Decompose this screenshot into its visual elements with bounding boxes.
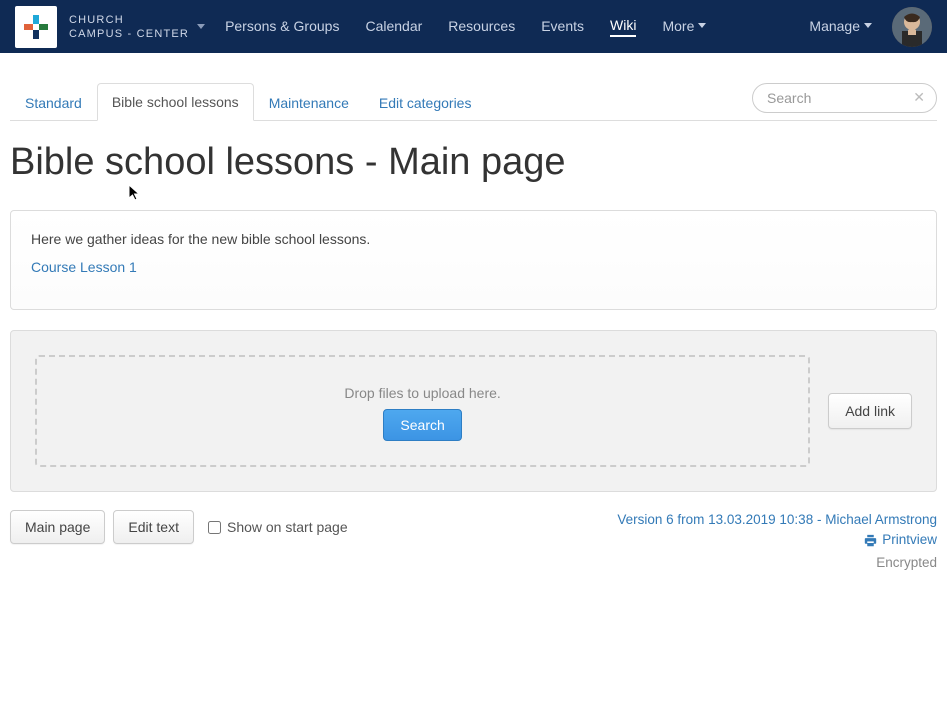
file-dropzone[interactable]: Drop files to upload here. Search [35, 355, 810, 467]
page-title: Bible school lessons - Main page [10, 141, 937, 184]
nav-right: Manage [809, 7, 932, 47]
dropzone-search-button[interactable]: Search [383, 409, 461, 441]
brand-line1: CHURCH [69, 13, 189, 27]
edit-text-button[interactable]: Edit text [113, 510, 194, 544]
print-icon [864, 534, 877, 547]
show-on-start-label: Show on start page [227, 519, 348, 535]
brand-switcher-chevron[interactable] [197, 21, 205, 32]
nav-persons-groups[interactable]: Persons & Groups [225, 18, 339, 36]
footer-row: Main page Edit text Show on start page V… [10, 510, 937, 573]
show-on-start-checkbox-wrap[interactable]: Show on start page [208, 519, 348, 535]
version-link[interactable]: Version 6 from 13.03.2019 10:38 - Michae… [617, 510, 937, 530]
show-on-start-checkbox[interactable] [208, 521, 221, 534]
lesson-link[interactable]: Course Lesson 1 [31, 259, 137, 275]
tab-bible-school-lessons[interactable]: Bible school lessons [97, 83, 254, 121]
nav-more[interactable]: More [662, 18, 706, 36]
search-container: ✕ [752, 83, 937, 113]
nav-events[interactable]: Events [541, 18, 584, 36]
search-clear-icon[interactable]: ✕ [913, 89, 925, 106]
tabs-row: Standard Bible school lessons Maintenanc… [10, 82, 937, 121]
topbar: CHURCH CAMPUS - CENTER Persons & Groups … [0, 0, 947, 53]
chevron-down-icon [197, 24, 205, 29]
nav-wiki[interactable]: Wiki [610, 17, 636, 37]
encrypted-label: Encrypted [617, 553, 937, 573]
nav-resources[interactable]: Resources [448, 18, 515, 36]
dropzone-label: Drop files to upload here. [37, 385, 808, 401]
brand-name: CHURCH CAMPUS - CENTER [69, 13, 189, 41]
printview-label: Printview [882, 530, 937, 550]
nav-calendar[interactable]: Calendar [365, 18, 422, 36]
content-panel: Here we gather ideas for the new bible s… [10, 210, 937, 310]
main-nav: Persons & Groups Calendar Resources Even… [225, 17, 809, 37]
user-avatar[interactable] [892, 7, 932, 47]
printview-link[interactable]: Printview [864, 530, 937, 550]
chevron-down-icon [698, 23, 706, 28]
nav-more-label: More [662, 18, 694, 34]
intro-text: Here we gather ideas for the new bible s… [31, 231, 916, 247]
app-logo[interactable] [15, 6, 57, 48]
nav-manage-label: Manage [809, 18, 860, 34]
footer-left: Main page Edit text Show on start page [10, 510, 348, 544]
search-input[interactable] [752, 83, 937, 113]
tab-edit-categories[interactable]: Edit categories [364, 84, 487, 121]
upload-panel: Drop files to upload here. Search Add li… [10, 330, 937, 492]
add-link-button[interactable]: Add link [828, 393, 912, 429]
chevron-down-icon [864, 23, 872, 28]
nav-manage[interactable]: Manage [809, 18, 872, 36]
brand-line2: CAMPUS - CENTER [69, 27, 189, 41]
tab-standard[interactable]: Standard [10, 84, 97, 121]
footer-right: Version 6 from 13.03.2019 10:38 - Michae… [617, 510, 937, 573]
main-page-button[interactable]: Main page [10, 510, 105, 544]
tab-maintenance[interactable]: Maintenance [254, 84, 364, 121]
